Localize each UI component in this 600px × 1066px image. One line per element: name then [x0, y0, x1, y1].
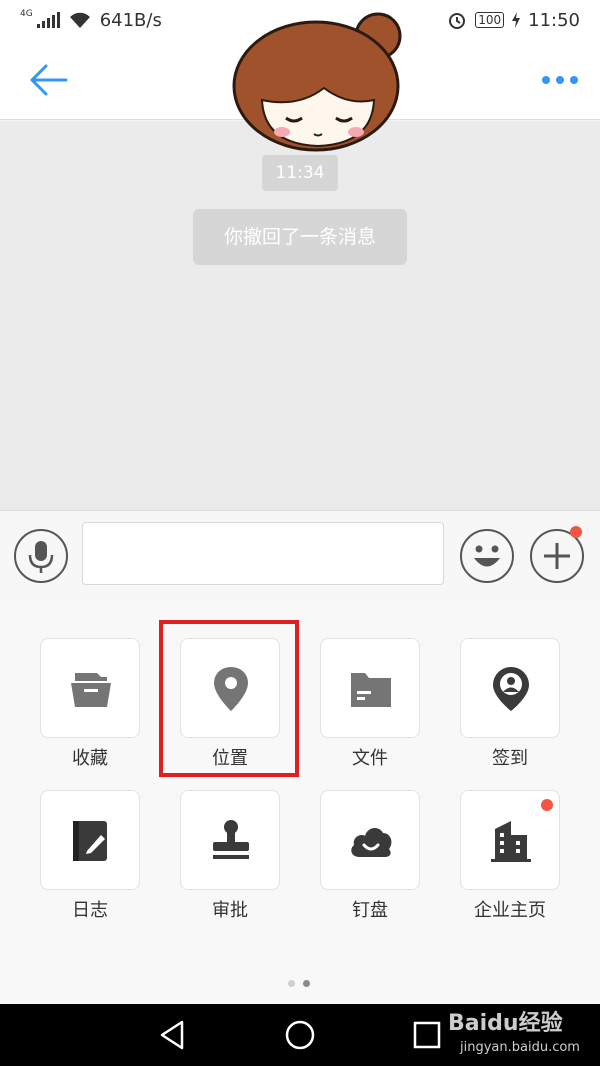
message-list[interactable]: 11:34 你撤回了一条消息 — [0, 121, 600, 510]
tile-file-label: 文件 — [352, 748, 388, 769]
watermark-brand: Baidu经验 — [448, 1011, 563, 1036]
message-timestamp: 11:34 — [262, 155, 338, 191]
tile-journal-label: 日志 — [72, 900, 108, 921]
tile-company-home-label: 企业主页 — [474, 900, 546, 921]
favorites-box-icon — [71, 673, 111, 707]
tile-approval-label: 审批 — [212, 900, 248, 921]
status-time: 11:50 — [528, 9, 580, 31]
tile-file[interactable] — [320, 638, 420, 738]
tile-favorites-label: 收藏 — [72, 748, 108, 769]
stamp-icon — [213, 820, 249, 859]
emoji-button[interactable] — [460, 529, 514, 583]
status-left: 4G 641B/s — [20, 9, 162, 31]
tile-company-home[interactable] — [460, 790, 560, 890]
journal-icon — [73, 821, 107, 861]
tile-journal[interactable] — [40, 790, 140, 890]
tile-cloud-drive-label: 钉盘 — [352, 900, 388, 921]
more-dots-icon[interactable] — [540, 68, 580, 92]
company-home-badge — [541, 799, 553, 811]
network-type: 4G — [20, 9, 33, 19]
plus-badge — [570, 526, 582, 538]
charging-icon — [512, 12, 521, 28]
tile-favorites[interactable] — [40, 638, 140, 738]
emoji-smile-icon — [474, 545, 500, 567]
cloud-drive-icon — [351, 827, 392, 857]
building-icon — [491, 821, 531, 862]
page-dot-2 — [303, 980, 310, 987]
nav-back-triangle-icon[interactable] — [156, 1018, 190, 1052]
tile-approval[interactable] — [180, 790, 280, 890]
page-dot-1 — [288, 980, 295, 987]
tile-checkin[interactable] — [460, 638, 560, 738]
status-right: 100 11:50 — [447, 10, 580, 31]
alarm-icon — [449, 13, 466, 29]
folder-icon — [351, 673, 391, 707]
highlight-box — [159, 620, 299, 777]
plus-icon — [544, 543, 570, 569]
signal-icon — [36, 12, 60, 28]
battery-indicator: 100 — [475, 12, 505, 28]
nav-home-circle-icon[interactable] — [283, 1018, 317, 1052]
input-bar — [0, 510, 600, 600]
recall-notice: 你撤回了一条消息 — [193, 209, 407, 265]
wifi-icon — [69, 12, 90, 28]
arrow-left-icon[interactable] — [26, 60, 70, 100]
message-input[interactable] — [82, 522, 444, 585]
contact-avatar[interactable] — [228, 8, 412, 152]
microphone-icon — [28, 541, 54, 573]
checkin-pin-icon — [493, 667, 529, 711]
page-indicator — [288, 980, 310, 987]
network-speed: 641B/s — [99, 9, 162, 31]
tile-cloud-drive[interactable] — [320, 790, 420, 890]
watermark-url: jingyan.baidu.com — [460, 1040, 580, 1055]
tile-checkin-label: 签到 — [492, 748, 528, 769]
voice-button[interactable] — [14, 529, 68, 583]
nav-recent-square-icon[interactable] — [410, 1018, 444, 1052]
